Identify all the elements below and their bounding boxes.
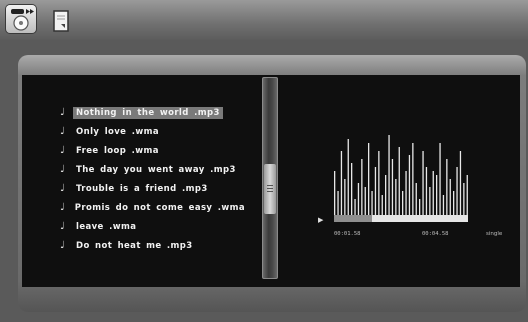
track-name: Free loop .wma [76, 145, 159, 156]
spectrum-bar [351, 163, 353, 215]
music-note-icon: ♩ [60, 106, 65, 118]
document-icon [53, 10, 69, 32]
spectrum-bar [374, 167, 377, 215]
playlist-item[interactable]: ♩ The day you went away .mp3 [60, 160, 248, 179]
spectrum-bar [456, 167, 458, 215]
progress-fill [334, 215, 372, 222]
track-name: Trouble is a friend .mp3 [76, 183, 208, 194]
spectrum-bar [463, 183, 465, 215]
spectrum-bar [344, 179, 346, 215]
playlist-item[interactable]: ♩ Promis do not come easy .wma [60, 198, 248, 217]
media-player-icon [11, 9, 34, 31]
spectrum-bar [378, 151, 380, 215]
track-name: leave .wma [76, 221, 137, 232]
spectrum-bar [381, 195, 383, 215]
spectrum-bar [364, 187, 366, 215]
spectrum-bar [371, 191, 373, 215]
spectrum-bar [340, 151, 343, 215]
spectrum-bar [402, 191, 404, 215]
spectrum-bar [432, 171, 434, 215]
playlist-scrollbar[interactable] [262, 77, 278, 279]
spectrum-bar [334, 171, 336, 215]
music-note-icon: ♩ [60, 144, 65, 156]
spectrum-bar [422, 151, 424, 215]
spectrum-bar [459, 151, 462, 215]
scrollbar-thumb[interactable] [264, 164, 276, 214]
play-mode[interactable]: single [486, 231, 502, 237]
spectrum-bar [429, 187, 431, 215]
spectrum-bar [442, 195, 445, 215]
spectrum-bar [395, 179, 397, 215]
spectrum-bar [337, 191, 339, 215]
playlist-item[interactable]: ♩ Nothing in the world .mp3 [60, 103, 248, 122]
total-time: 00:04.58 [422, 231, 449, 237]
track-name: Nothing in the world .mp3 [73, 106, 223, 119]
spectrum-bar [439, 143, 441, 215]
spectrum-bar [385, 175, 387, 215]
spectrum-bar [391, 159, 394, 215]
spectrum-bar [466, 175, 468, 215]
spectrum-bar [347, 139, 349, 215]
spectrum-bar [405, 171, 407, 215]
play-marker-icon: ▶ [318, 216, 324, 224]
spectrum-bar [415, 183, 417, 215]
spectrum-bar [446, 159, 448, 215]
spectrum-bar [453, 191, 455, 215]
music-note-icon: ♩ [60, 182, 65, 194]
elapsed-time: 00:01.58 [334, 231, 361, 237]
spectrum-bar [388, 135, 390, 215]
scrollbar-grip [267, 191, 273, 192]
spectrum-bar [361, 159, 363, 215]
spectrum-bar [425, 167, 428, 215]
track-name: Only love .wma [76, 126, 159, 137]
track-name: Do not heat me .mp3 [76, 240, 193, 251]
media-player-button[interactable] [6, 5, 36, 33]
audio-spectrum [334, 135, 468, 215]
playlist-item[interactable]: ♩ Free loop .wma [60, 141, 248, 160]
music-note-icon: ♩ [60, 239, 65, 251]
spectrum-bar [419, 199, 421, 215]
spectrum-bar [354, 199, 356, 215]
spectrum-bar [412, 143, 414, 215]
music-note-icon: ♩ [60, 220, 65, 232]
scrollbar-grip [267, 188, 273, 189]
spectrum-bar [436, 175, 438, 215]
music-note-icon: ♩ [60, 163, 65, 175]
playlist-item[interactable]: ♩ Do not heat me .mp3 [60, 236, 248, 255]
music-note-icon: ♩ [60, 125, 65, 137]
player-content: ♩ Nothing in the world .mp3 ♩ Only love .wm… [22, 75, 520, 287]
top-toolbar [0, 0, 528, 40]
spectrum-bar [357, 183, 360, 215]
track-name: The day you went away .mp3 [76, 164, 236, 175]
track-name: Promis do not come easy .wma [74, 202, 245, 213]
music-note-icon: ♩ [60, 201, 65, 213]
playlist-item[interactable]: ♩ leave .wma [60, 217, 248, 236]
spectrum-bar [398, 147, 400, 215]
playlist: ♩ Nothing in the world .mp3 ♩ Only love .wm… [60, 103, 248, 255]
playback-progress-bar[interactable] [334, 215, 468, 222]
scrollbar-grip [267, 185, 273, 186]
document-button[interactable] [48, 5, 74, 33]
playlist-item[interactable]: ♩ Only love .wma [60, 122, 248, 141]
spectrum-bar [368, 143, 370, 215]
spectrum-bar [449, 179, 451, 215]
music-player-panel: ♩ Nothing in the world .mp3 ♩ Only love .wm… [18, 55, 526, 312]
playlist-item[interactable]: ♩ Trouble is a friend .mp3 [60, 179, 248, 198]
spectrum-bar [408, 155, 411, 215]
